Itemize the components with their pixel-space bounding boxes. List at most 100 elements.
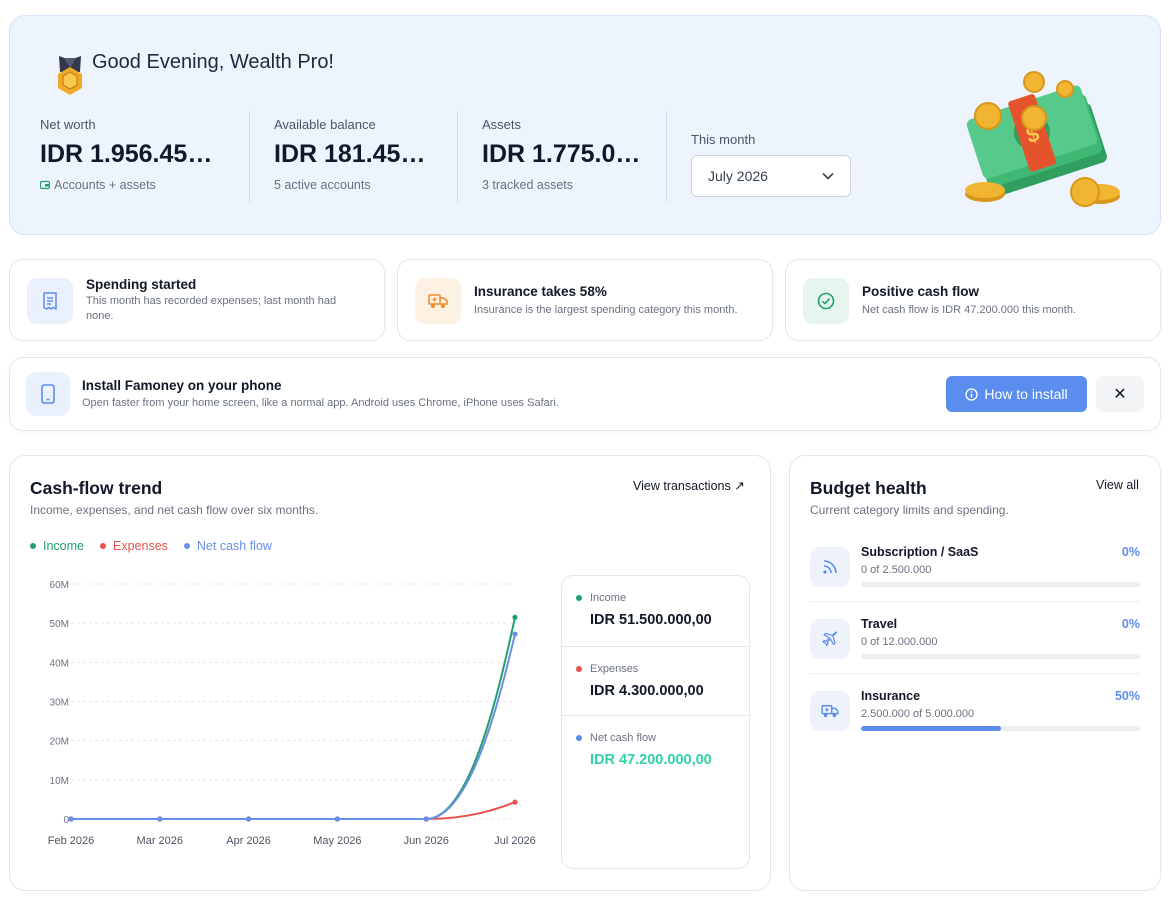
divider <box>249 111 250 202</box>
data-point <box>512 631 518 637</box>
insight-desc: This month has recorded expenses; last m… <box>86 295 337 322</box>
budget-item-travel[interactable]: Travel 0 of 12.000.000 0% <box>810 617 1140 677</box>
budget-item-insurance[interactable]: Insurance 2.500.000 of 5.000.000 50% <box>810 689 1140 749</box>
divider <box>810 601 1140 602</box>
install-title: Install Famoney on your phone <box>82 378 282 393</box>
rss-icon <box>810 547 850 587</box>
y-tick-label: 50M <box>50 619 69 630</box>
stat-sub: 3 tracked assets <box>482 178 574 192</box>
wallet-icon <box>40 180 50 190</box>
budget-progress <box>861 726 1140 731</box>
stat-label: Assets <box>482 117 522 132</box>
x-tick-label: Apr 2026 <box>226 835 271 847</box>
y-tick-label: 40M <box>50 658 69 669</box>
budget-percent: 0% <box>1121 617 1140 631</box>
data-point <box>246 816 252 822</box>
insight-spending-started: Spending started This month has recorded… <box>9 259 385 341</box>
stat-label: Available balance <box>274 117 376 132</box>
cashflow-summary: Income IDR 51.500.000,00 Expenses IDR 4.… <box>561 575 750 869</box>
stat-available-balance: Available balance IDR 181.452… 5 active … <box>274 117 439 192</box>
phone-icon <box>26 372 70 416</box>
hero-card: Good Evening, Wealth Pro! Net worth IDR … <box>9 15 1161 235</box>
summary-value: IDR 51.500.000,00 <box>590 612 712 628</box>
data-point <box>512 614 518 620</box>
stat-value: IDR 1.956.45… <box>40 140 213 168</box>
summary-expenses: Expenses IDR 4.300.000,00 <box>562 646 749 715</box>
close-icon: ✕ <box>1113 386 1127 403</box>
budget-progress-fill <box>861 726 1001 731</box>
stat-net-worth: Net worth IDR 1.956.45… Accounts + asset… <box>40 117 225 192</box>
stat-assets: Assets IDR 1.775.0… 3 tracked assets <box>482 117 647 192</box>
budget-progress <box>861 654 1140 659</box>
stat-sub: Accounts + assets <box>40 178 225 192</box>
how-to-install-label: How to install <box>984 386 1068 402</box>
y-tick-label: 60M <box>50 580 69 591</box>
x-tick-label: Jun 2026 <box>404 835 449 847</box>
budget-title: Budget health <box>810 478 927 498</box>
view-all-link[interactable]: View all <box>1096 478 1139 492</box>
x-tick-label: Jul 2026 <box>494 835 536 847</box>
summary-label-text: Net cash flow <box>590 732 657 744</box>
stat-value: IDR 1.775.0… <box>482 140 641 168</box>
series-line-expenses <box>70 801 516 821</box>
budget-amount: 0 of 2.500.000 <box>861 564 932 576</box>
insight-positive-cash-flow: Positive cash flow Net cash flow is IDR … <box>785 259 1161 341</box>
receipt-icon <box>27 278 73 324</box>
budget-progress <box>861 582 1140 587</box>
plane-icon <box>810 619 850 659</box>
budget-name: Travel <box>861 617 898 631</box>
divider <box>457 111 458 202</box>
budget-panel: Budget health Current category limits an… <box>789 455 1161 891</box>
summary-net-cash-flow: Net cash flow IDR 47.200.000,00 <box>562 715 749 784</box>
budget-subtitle: Current category limits and spending. <box>810 503 1009 517</box>
budget-percent: 50% <box>1114 689 1140 703</box>
y-tick-label: 10M <box>50 776 69 787</box>
month-label: This month <box>691 132 756 147</box>
budget-percent: 0% <box>1121 545 1140 559</box>
how-to-install-button[interactable]: How to install <box>946 376 1087 412</box>
series-line-income <box>70 617 516 821</box>
insight-title: Spending started <box>86 277 197 292</box>
summary-label-text: Income <box>590 592 627 604</box>
stat-label: Net worth <box>40 117 96 132</box>
x-tick-label: May 2026 <box>313 835 361 847</box>
budget-amount: 2.500.000 of 5.000.000 <box>861 708 975 720</box>
cashflow-panel: Cash-flow trend Income, expenses, and ne… <box>9 455 771 891</box>
stat-sub: 5 active accounts <box>274 178 371 192</box>
summary-label: Expenses <box>576 663 638 675</box>
close-button[interactable]: ✕ <box>1096 376 1144 412</box>
data-point <box>334 816 340 822</box>
insight-desc: Net cash flow is IDR 47.200.000 this mon… <box>862 304 1076 316</box>
budget-name: Subscription / SaaS <box>861 545 979 559</box>
stat-sub-text: Accounts + assets <box>54 178 156 192</box>
x-tick-label: Mar 2026 <box>137 835 183 847</box>
info-icon <box>965 387 979 401</box>
insight-insurance: Insurance takes 58% Insurance is the lar… <box>397 259 773 341</box>
month-select[interactable]: July 2026 <box>691 155 851 197</box>
greeting: Good Evening, Wealth Pro! <box>92 51 334 73</box>
install-banner: Install Famoney on your phone Open faste… <box>9 357 1161 431</box>
x-tick-label: Feb 2026 <box>48 835 94 847</box>
divider <box>810 673 1140 674</box>
money-illustration: $ <box>965 71 1120 207</box>
install-desc: Open faster from your home screen, like … <box>82 397 559 409</box>
insight-title: Insurance takes 58% <box>474 284 607 299</box>
data-point <box>512 799 518 805</box>
check-circle-icon <box>803 278 849 324</box>
data-point <box>157 816 163 822</box>
y-tick-label: 30M <box>50 698 69 709</box>
summary-label: Net cash flow <box>576 732 656 744</box>
y-tick-label: 20M <box>50 737 69 748</box>
y-tick-label: 0 <box>63 815 69 826</box>
insight-desc: Insurance is the largest spending catego… <box>474 304 738 316</box>
view-transactions-link[interactable]: View transactions ↗ <box>633 478 745 493</box>
budget-item-subscription[interactable]: Subscription / SaaS 0 of 2.500.000 0% <box>810 545 1140 605</box>
budget-name: Insurance <box>861 689 921 703</box>
data-point <box>423 816 429 822</box>
stat-value: IDR 181.452… <box>274 140 439 168</box>
budget-amount: 0 of 12.000.000 <box>861 636 938 648</box>
summary-dot <box>576 595 582 601</box>
data-point <box>68 816 74 822</box>
summary-value: IDR 4.300.000,00 <box>590 683 704 699</box>
chevron-down-icon <box>822 172 834 180</box>
